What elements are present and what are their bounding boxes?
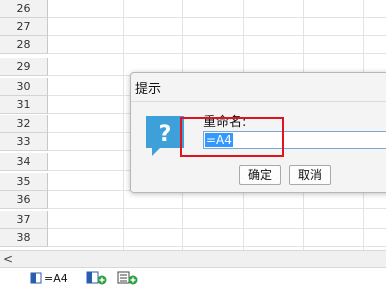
row-header[interactable]: 30 [0,78,48,96]
scroll-left-arrow-icon[interactable]: < [0,251,16,267]
svg-text:?: ? [159,122,172,147]
ok-button[interactable]: 确定 [239,165,281,185]
add-sheet-icon[interactable] [86,271,108,285]
row-header[interactable]: 38 [0,229,48,247]
sheet-tab-bar: =A4 [0,267,386,287]
table-row[interactable] [48,0,386,18]
table-row[interactable] [48,211,386,229]
table-row[interactable] [48,191,386,209]
table-row[interactable] [48,229,386,247]
add-report-sheet-icon[interactable] [117,271,139,285]
row-header[interactable]: 35 [0,173,48,191]
cancel-button[interactable]: 取消 [289,165,331,185]
highlight-box [180,117,284,157]
horizontal-scrollbar[interactable]: < [0,250,386,267]
row-header[interactable]: 27 [0,18,48,36]
sheet-tab-active[interactable]: =A4 [30,270,68,286]
row-header[interactable]: 37 [0,211,48,229]
row-header[interactable]: 28 [0,36,48,54]
sheet-tab-label: =A4 [44,271,68,285]
row-header[interactable]: 36 [0,191,48,209]
row-header[interactable]: 33 [0,133,48,151]
row-header[interactable]: 34 [0,153,48,171]
sheet-icon [30,272,42,284]
row-header[interactable]: 31 [0,96,48,114]
table-row[interactable] [48,18,386,36]
dialog-title: 提示 [135,82,162,97]
row-header[interactable]: 26 [0,0,48,18]
table-row[interactable] [48,36,386,54]
row-header[interactable]: 32 [0,115,48,133]
row-header[interactable]: 29 [0,58,48,76]
